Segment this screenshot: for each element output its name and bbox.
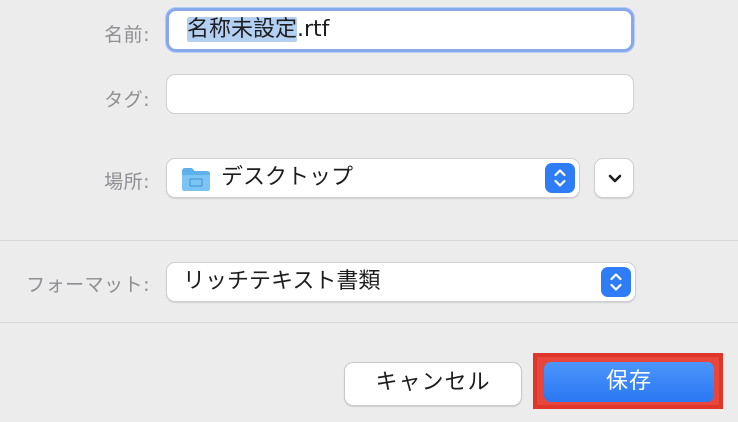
divider-bottom xyxy=(0,322,738,323)
expand-button[interactable] xyxy=(594,158,634,198)
tags-label: タグ: xyxy=(104,89,150,111)
up-down-chevron-icon xyxy=(601,267,631,297)
name-label: 名前: xyxy=(104,24,150,46)
location-popup[interactable]: デスクトップ xyxy=(166,158,580,198)
name-extension-text: .rtf xyxy=(297,17,330,42)
location-label: 場所: xyxy=(104,171,150,193)
format-popup[interactable]: リッチテキスト書類 xyxy=(166,262,636,302)
format-value: リッチテキスト書類 xyxy=(183,269,381,294)
tags-field[interactable] xyxy=(166,74,634,114)
divider-top xyxy=(0,240,738,241)
format-label: フォーマット: xyxy=(26,274,150,296)
folder-icon xyxy=(181,166,211,196)
location-value: デスクトップ xyxy=(221,165,354,190)
name-field[interactable]: 名称未設定.rtf xyxy=(166,8,634,52)
up-down-chevron-icon xyxy=(545,163,575,193)
save-button[interactable]: 保存 xyxy=(544,362,714,402)
cancel-button[interactable]: キャンセル xyxy=(344,362,522,406)
name-selected-text: 名称未設定 xyxy=(187,17,298,42)
